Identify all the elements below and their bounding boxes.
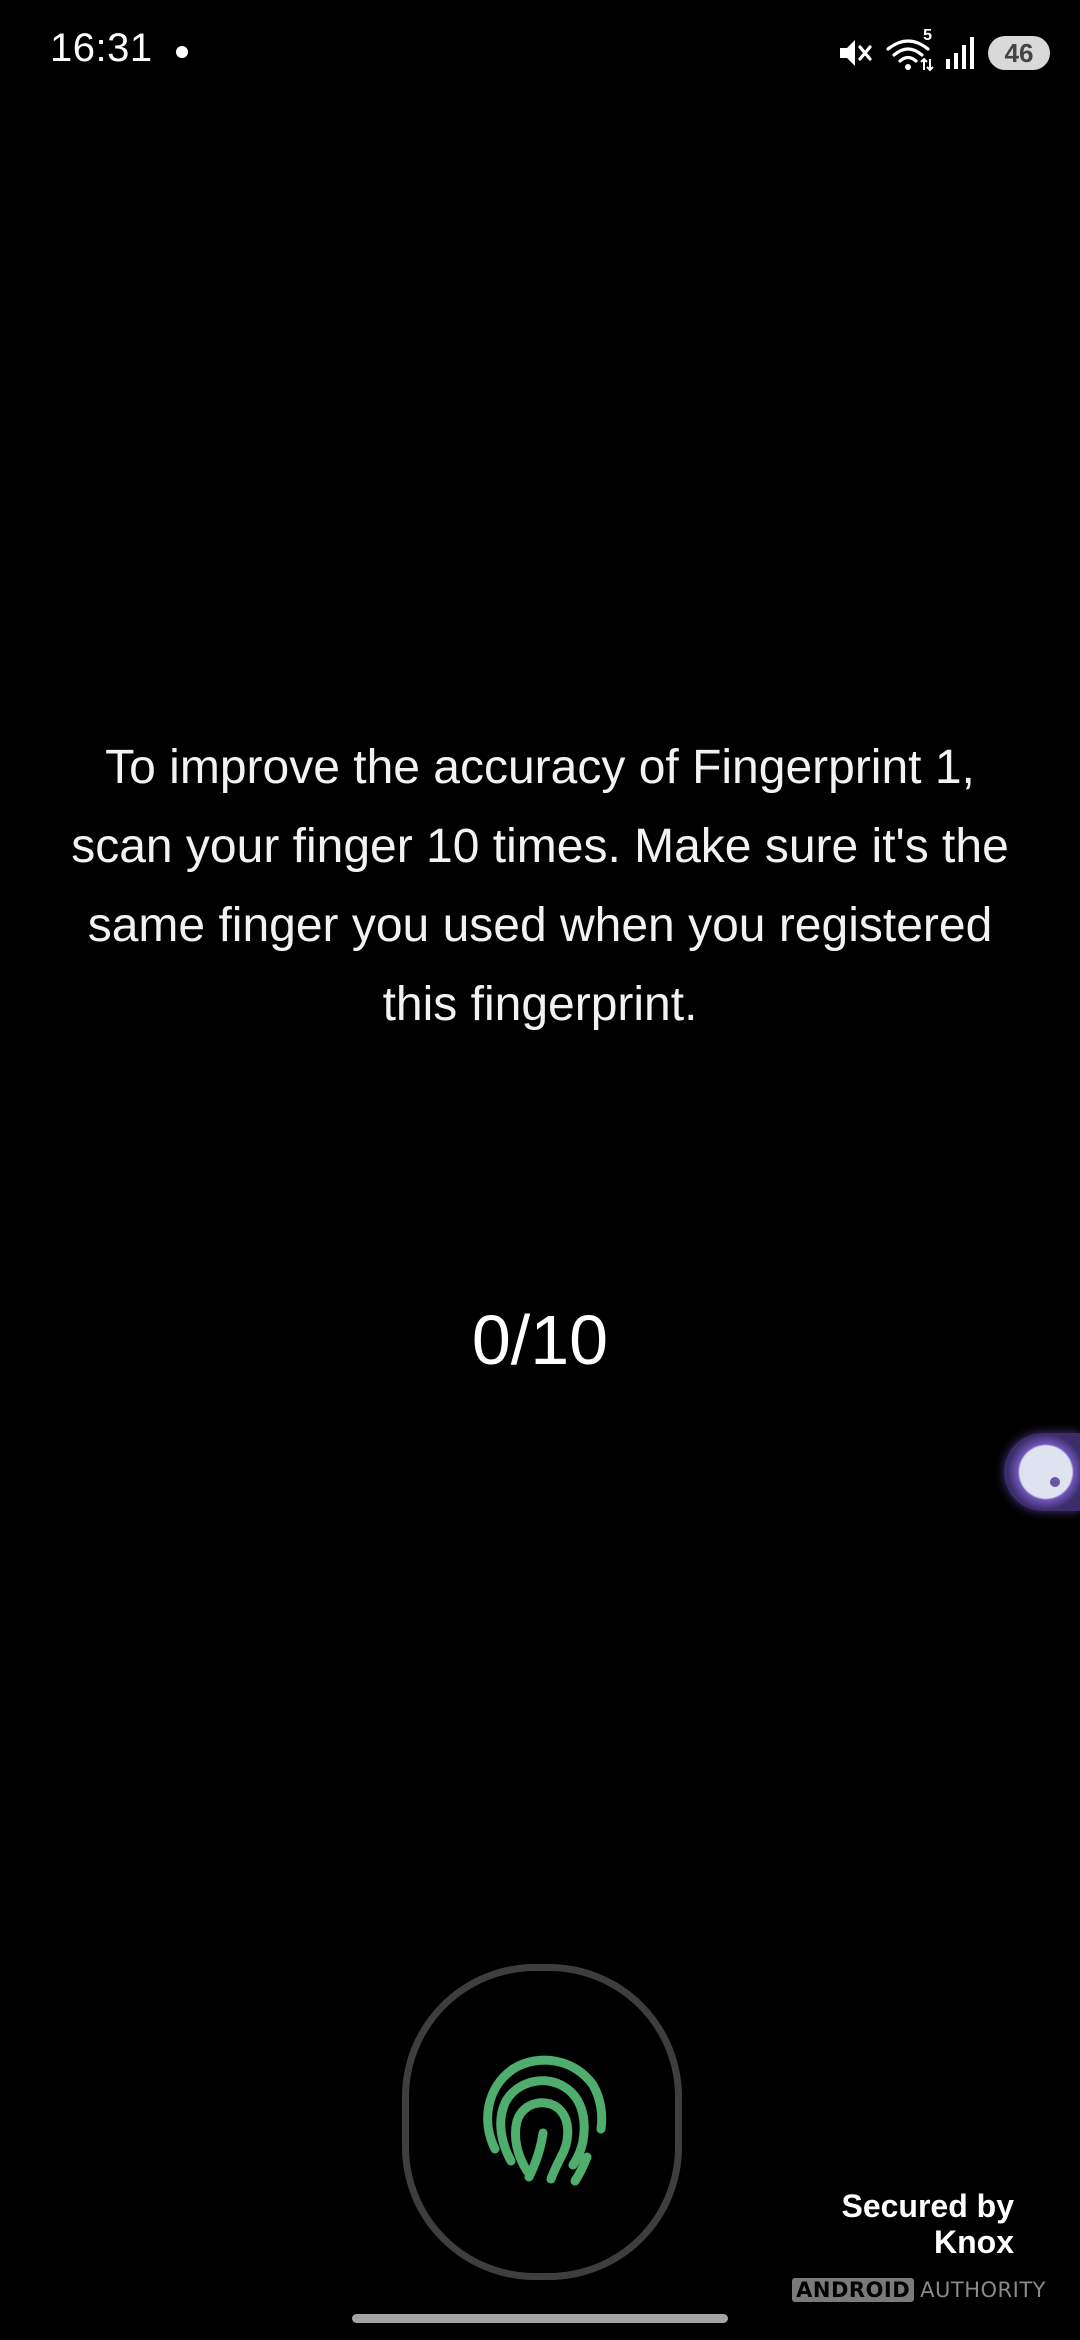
secured-by-knox-label: Secured by Knox: [841, 2188, 1014, 2260]
wifi-icon: 5: [884, 27, 934, 73]
fingerprint-sensor-area[interactable]: [402, 1964, 682, 2280]
home-indicator[interactable]: [352, 2314, 728, 2323]
knox-label-line1: Secured by: [841, 2188, 1014, 2224]
watermark-suffix: AUTHORITY: [920, 2278, 1046, 2302]
signal-icon: [944, 35, 978, 71]
mute-icon: [836, 34, 874, 72]
status-bar: 16:31 5 46: [0, 0, 1080, 100]
notification-dot: [176, 46, 188, 58]
knox-label-line2: Knox: [934, 2224, 1014, 2260]
scan-progress-count: 0/10: [471, 1301, 609, 1379]
status-icons: 5 46: [836, 27, 1050, 78]
fingerprint-icon: [467, 2045, 617, 2200]
status-time: 16:31: [50, 26, 153, 70]
watermark: ANDROID AUTHORITY: [792, 2278, 1046, 2302]
watermark-brand: ANDROID: [792, 2278, 915, 2302]
bubble-dot: [1050, 1477, 1060, 1487]
floating-assistant-bubble[interactable]: [1004, 1433, 1080, 1511]
instruction-text: To improve the accuracy of Fingerprint 1…: [71, 741, 1009, 1031]
wifi-badge: 5: [923, 27, 932, 44]
battery-indicator: 46: [988, 36, 1050, 70]
